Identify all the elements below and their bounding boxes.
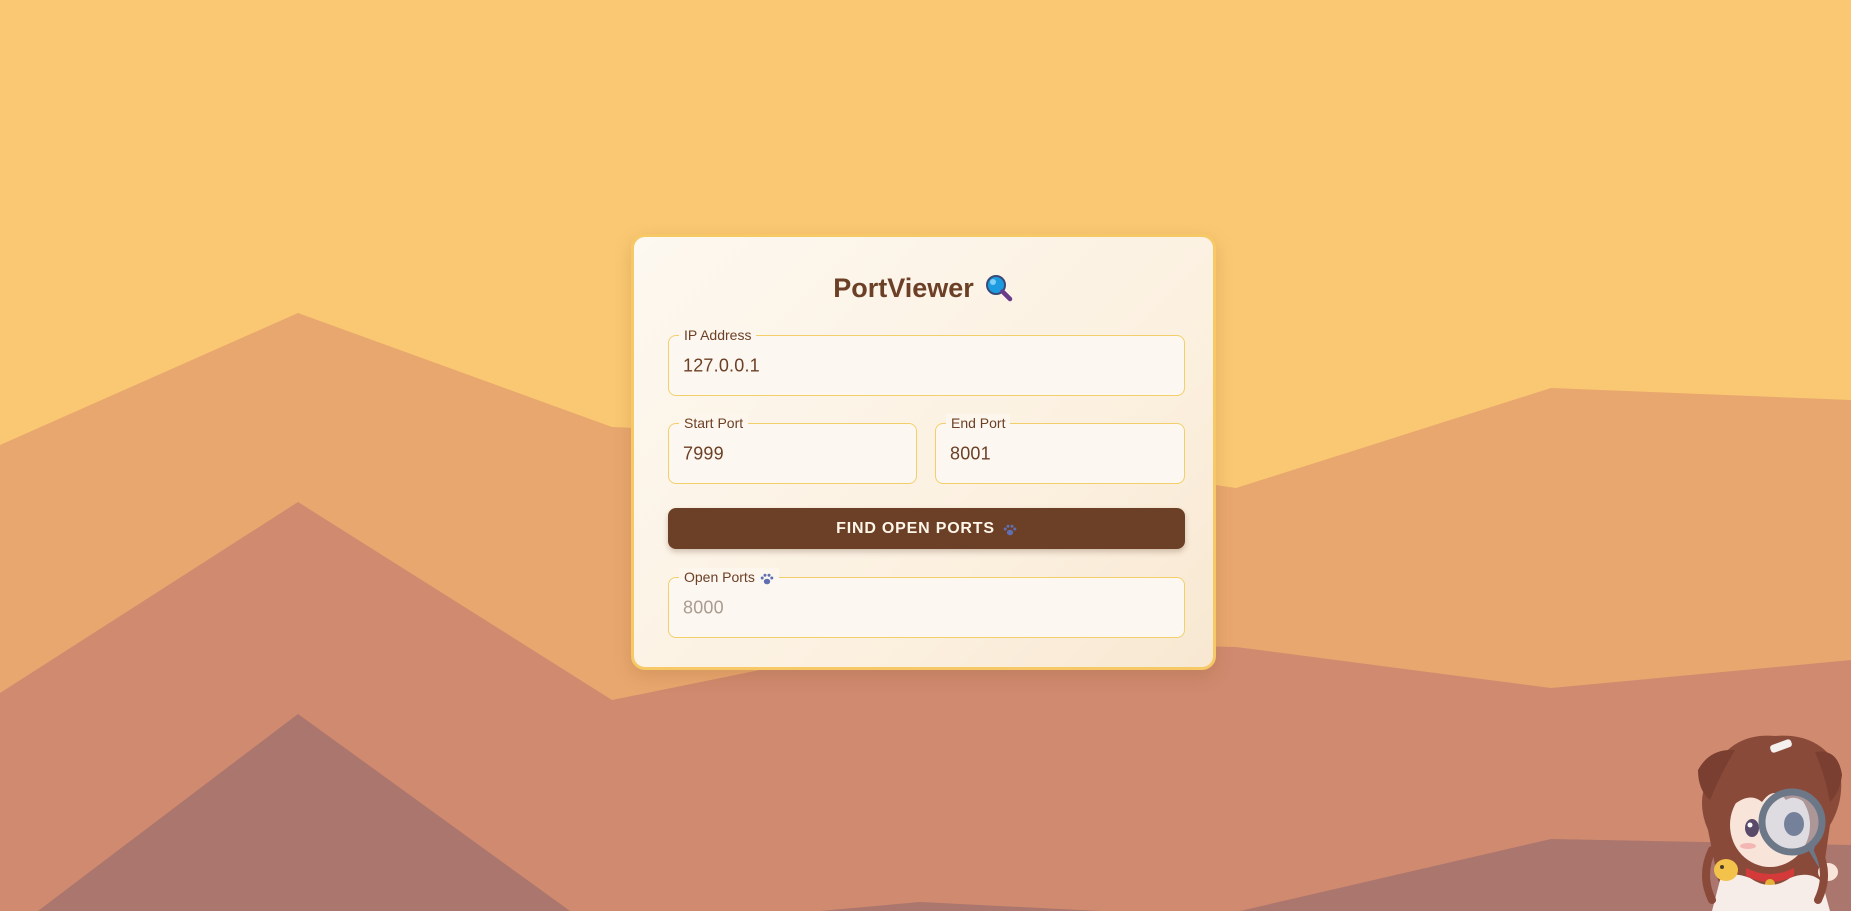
start-port-label: Start Port (679, 414, 749, 432)
find-open-ports-button[interactable]: FIND OPEN PORTS (668, 508, 1185, 549)
ip-address-input[interactable]: 127.0.0.1 (683, 355, 760, 376)
open-ports-field: Open Ports 8000 (668, 568, 1185, 638)
open-ports-label-group: Open Ports (679, 568, 779, 586)
end-port-field[interactable]: End Port 8001 (935, 414, 1185, 484)
open-ports-label: Open Ports (684, 569, 755, 585)
start-port-field[interactable]: Start Port 7999 (668, 414, 917, 484)
ip-address-label: IP Address (679, 326, 757, 344)
start-port-input[interactable]: 7999 (683, 443, 724, 464)
magnifier-icon (984, 273, 1014, 303)
app-title-text: PortViewer (833, 273, 974, 303)
mascot-illustration (1698, 735, 1842, 911)
ip-address-field[interactable]: IP Address 127.0.0.1 (668, 326, 1185, 396)
open-ports-output: 8000 (683, 597, 724, 617)
find-open-ports-label: FIND OPEN PORTS (836, 519, 995, 537)
paw-icon (760, 571, 774, 585)
page-title: PortViewer (634, 273, 1213, 304)
end-port-input[interactable]: 8001 (950, 443, 991, 464)
end-port-label: End Port (946, 414, 1011, 432)
port-viewer-card: PortViewer IP Address 127.0.0.1 Start Po… (631, 234, 1216, 670)
paw-icon (1003, 523, 1017, 535)
